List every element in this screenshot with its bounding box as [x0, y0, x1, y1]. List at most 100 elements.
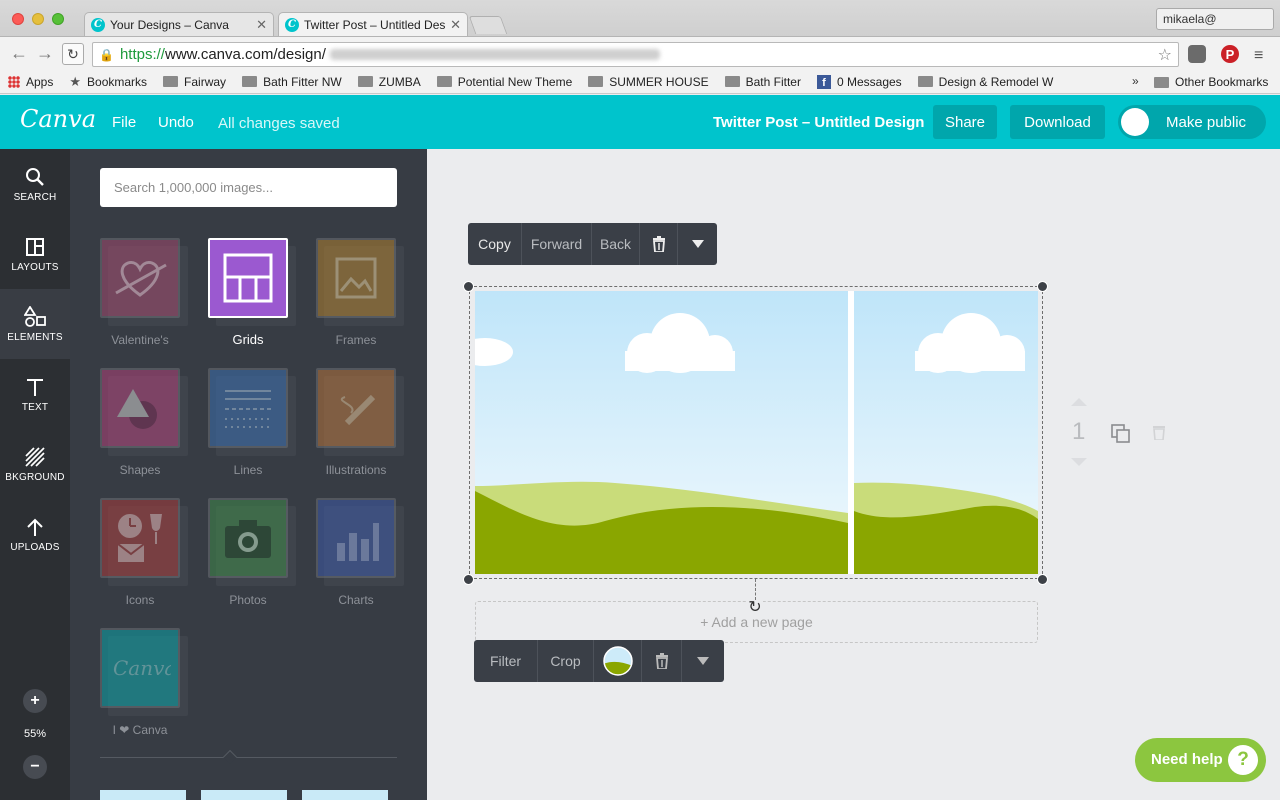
bookmark-summer-house[interactable]: SUMMER HOUSE	[588, 75, 709, 89]
rotate-guide	[755, 579, 756, 600]
crop-button[interactable]: Crop	[538, 640, 594, 682]
folder-icon	[724, 76, 740, 87]
tab-close-icon[interactable]: ✕	[256, 17, 267, 33]
back-button[interactable]: Back	[592, 223, 640, 265]
folder-icon	[357, 76, 373, 87]
duplicate-page-icon[interactable]	[1111, 424, 1131, 449]
more-options-chevron-icon[interactable]	[682, 640, 724, 682]
resize-handle-bottom-right[interactable]	[1037, 574, 1048, 585]
tile-charts[interactable]	[316, 498, 404, 586]
url-scheme: https://	[119, 46, 165, 63]
rail-item-elements[interactable]: ELEMENTS	[0, 289, 70, 359]
delete-icon[interactable]	[640, 223, 678, 265]
elements-icon	[24, 305, 46, 328]
image-thumbnail-icon[interactable]	[594, 640, 642, 682]
grid-thumbnail[interactable]	[302, 790, 388, 800]
tile-photos[interactable]	[208, 498, 296, 586]
bookmark-bookmarks[interactable]: ★ Bookmarks	[69, 74, 147, 90]
bookmark-other[interactable]: Other Bookmarks	[1154, 75, 1268, 89]
bookmark-apps[interactable]: Apps	[8, 75, 53, 89]
download-button[interactable]: Download	[1010, 105, 1105, 139]
pocket-extension-icon[interactable]	[1188, 45, 1206, 63]
browser-menu-icon[interactable]: ≡	[1254, 47, 1263, 65]
browser-tab-twitter-post[interactable]: C Twitter Post – Untitled Des ✕	[278, 12, 468, 36]
browser-tab-your-designs[interactable]: C Your Designs – Canva ✕	[84, 12, 274, 36]
bookmark-bath-fitter-nw[interactable]: Bath Fitter NW	[242, 75, 342, 89]
rail-item-text[interactable]: TEXT	[0, 359, 70, 429]
bookmarks-bar: Apps ★ Bookmarks Fairway Bath Fitter NW Z…	[0, 70, 1280, 94]
canva-header: Canva File Undo All changes saved Twitte…	[0, 95, 1280, 149]
undo-button[interactable]: Undo	[158, 114, 194, 131]
heart-arrow-icon	[100, 238, 180, 318]
apps-icon	[8, 75, 20, 88]
resize-handle-top-left[interactable]	[463, 281, 474, 292]
zoom-level: 55%	[23, 728, 47, 740]
tile-icons[interactable]	[100, 498, 188, 586]
design-title[interactable]: Twitter Post – Untitled Design	[713, 114, 924, 131]
address-bar[interactable]: 🔒 https:// www.canva.com/design/ ☆	[92, 42, 1179, 67]
tile-valentines[interactable]	[100, 238, 188, 326]
image-search-input[interactable]	[100, 168, 397, 207]
facebook-icon: f	[816, 74, 831, 89]
star-icon: ★	[69, 73, 82, 89]
copy-button[interactable]: Copy	[468, 223, 522, 265]
profile-button[interactable]: mikaela@	[1156, 8, 1274, 30]
rail-item-layouts[interactable]: LAYOUTS	[0, 219, 70, 289]
tile-shapes[interactable]	[100, 368, 188, 456]
reload-icon[interactable]: ↻	[62, 43, 84, 65]
bookmark-zumba[interactable]: ZUMBA	[357, 75, 421, 89]
rail-label: BKGROUND	[5, 471, 65, 483]
pinterest-extension-icon[interactable]: P	[1221, 45, 1239, 63]
bookmark-fairway[interactable]: Fairway	[163, 75, 226, 89]
bookmark-star-icon[interactable]: ☆	[1158, 45, 1172, 65]
resize-handle-bottom-left[interactable]	[463, 574, 474, 585]
grid-thumbnail[interactable]	[100, 790, 186, 800]
resize-handle-top-right[interactable]	[1037, 281, 1048, 292]
tile-illustrations[interactable]	[316, 368, 404, 456]
more-options-chevron-icon[interactable]	[678, 223, 717, 265]
lock-icon: 🔒	[99, 47, 114, 62]
window-close-button[interactable]	[12, 13, 24, 25]
grid-thumbnail[interactable]	[201, 790, 287, 800]
forward-arrow-icon[interactable]: →	[36, 43, 54, 64]
url-redacted	[329, 49, 660, 60]
need-help-button[interactable]: Need help ?	[1135, 738, 1266, 782]
page-move-up-icon[interactable]	[1071, 398, 1087, 406]
tile-lines[interactable]	[208, 368, 296, 456]
upload-icon	[25, 516, 45, 538]
filter-button[interactable]: Filter	[474, 640, 538, 682]
tile-frames[interactable]	[316, 238, 404, 326]
tile-i-love-canva[interactable]: Canva	[100, 628, 188, 716]
rail-item-search[interactable]: SEARCH	[0, 149, 70, 219]
window-minimize-button[interactable]	[32, 13, 44, 25]
rotate-handle-icon[interactable]: ↻	[747, 600, 763, 616]
new-tab-button[interactable]	[468, 16, 508, 34]
delete-icon[interactable]	[642, 640, 682, 682]
share-button[interactable]: Share	[933, 105, 997, 139]
bookmark-messages[interactable]: f 0 Messages	[816, 74, 902, 89]
file-menu[interactable]: File	[112, 114, 136, 131]
bookmark-design-remodel[interactable]: Design & Remodel W	[917, 75, 1053, 89]
bookmarks-overflow-button[interactable]: »	[1132, 74, 1139, 88]
canva-logo[interactable]: Canva	[20, 105, 96, 133]
forward-button[interactable]: Forward	[522, 223, 592, 265]
folder-icon	[917, 76, 933, 87]
window-zoom-button[interactable]	[52, 13, 64, 25]
tile-label-icons: Icons	[125, 593, 155, 607]
rail-item-background[interactable]: BKGROUND	[0, 429, 70, 499]
zoom-in-button[interactable]: +	[23, 689, 47, 713]
page-move-down-icon[interactable]	[1071, 458, 1087, 466]
rail-item-uploads[interactable]: UPLOADS	[0, 499, 70, 569]
svg-text:Canva: Canva	[113, 656, 171, 680]
folder-icon	[1154, 76, 1169, 88]
zoom-out-button[interactable]: −	[23, 755, 47, 779]
make-public-toggle[interactable]: Make public	[1118, 105, 1266, 139]
bookmark-potential-new-theme[interactable]: Potential New Theme	[436, 75, 572, 89]
delete-page-icon[interactable]	[1152, 424, 1166, 445]
bookmark-label: Bath Fitter	[745, 74, 801, 89]
tab-close-icon[interactable]: ✕	[450, 17, 461, 33]
bookmark-bath-fitter[interactable]: Bath Fitter	[724, 74, 801, 89]
rail-label: LAYOUTS	[11, 261, 59, 273]
back-arrow-icon[interactable]: ←	[10, 43, 28, 64]
tile-grids[interactable]	[208, 238, 296, 326]
